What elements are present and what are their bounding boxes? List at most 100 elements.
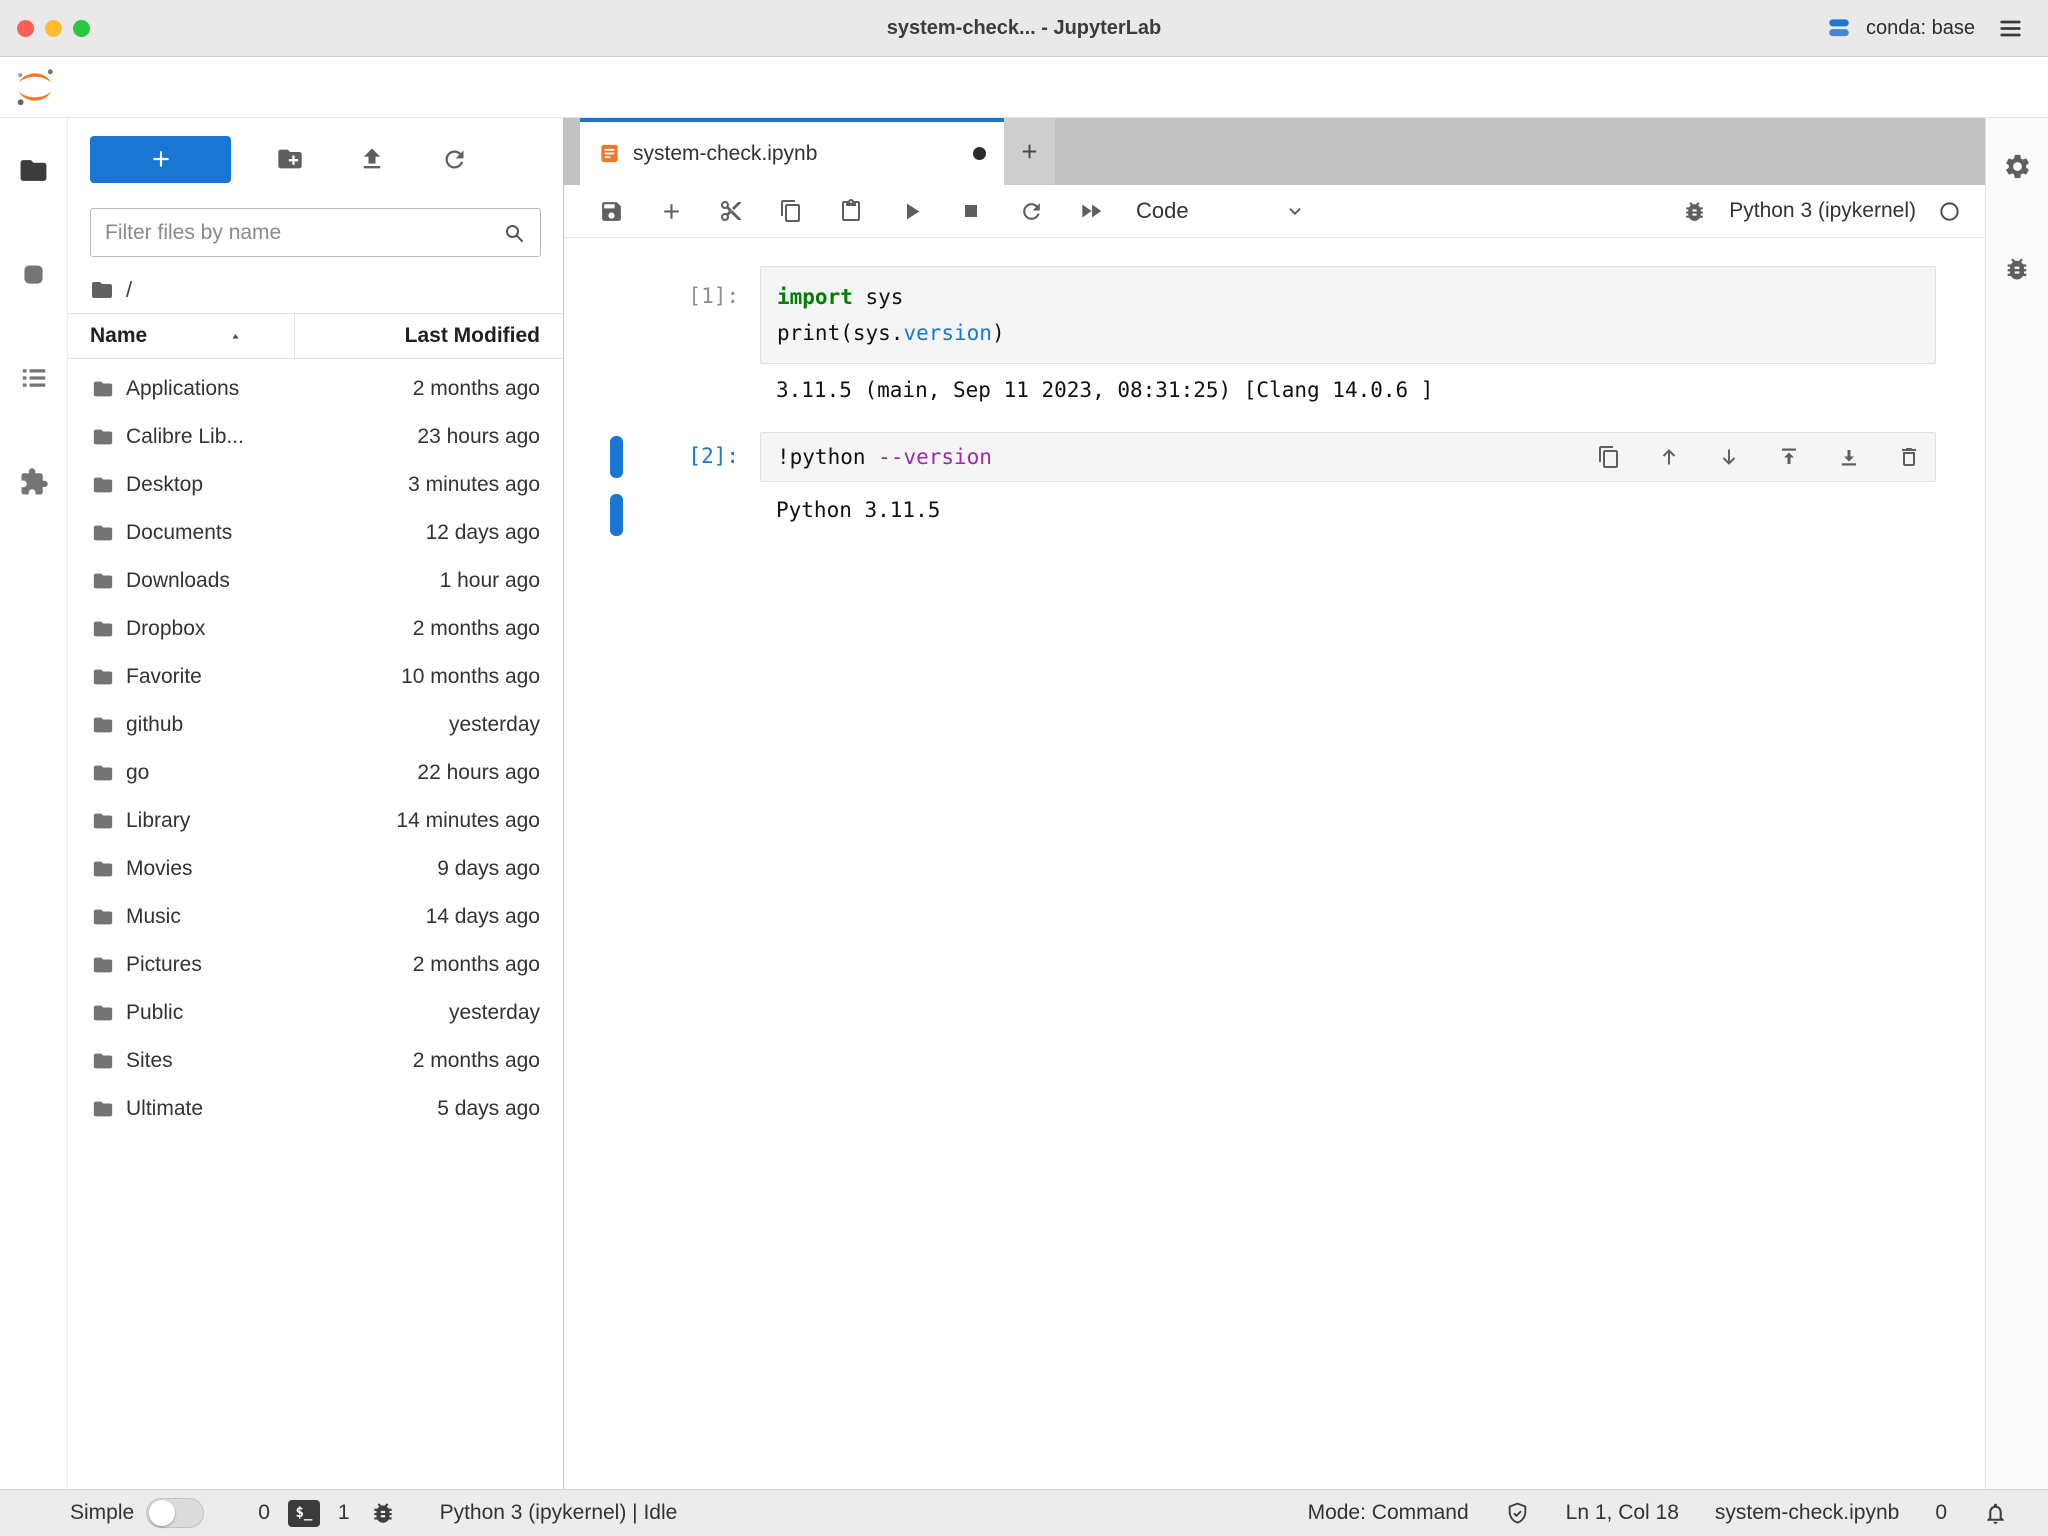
- file-row[interactable]: Favorite 10 months ago: [68, 653, 563, 701]
- file-name: Music: [126, 905, 181, 929]
- folder-icon: [92, 522, 114, 544]
- insert-cell-button[interactable]: [648, 189, 694, 233]
- file-row[interactable]: Music 14 days ago: [68, 893, 563, 941]
- cell-output: 3.11.5 (main, Sep 11 2023, 08:31:25) [Cl…: [760, 364, 1936, 414]
- terminal-icon[interactable]: $_: [288, 1500, 320, 1527]
- file-name: Pictures: [126, 953, 202, 977]
- filter-files-input[interactable]: [105, 221, 502, 245]
- file-row[interactable]: Downloads 1 hour ago: [68, 557, 563, 605]
- file-modified: 12 days ago: [426, 521, 563, 545]
- file-row[interactable]: Ultimate 5 days ago: [68, 1085, 563, 1133]
- file-modified: 2 months ago: [413, 1049, 563, 1073]
- refresh-filebrowser-button[interactable]: [431, 136, 477, 182]
- upload-files-button[interactable]: [349, 136, 395, 182]
- zoom-window-button[interactable]: [73, 20, 90, 37]
- file-name: Dropbox: [126, 617, 205, 641]
- debugger-icon[interactable]: [1682, 199, 1707, 224]
- kernel-name[interactable]: Python 3 (ipykernel): [1729, 199, 1916, 223]
- output-collapser[interactable]: [610, 494, 623, 536]
- cell-collapser[interactable]: [610, 270, 623, 312]
- trust-shield-icon[interactable]: [1505, 1501, 1530, 1526]
- kernel-count: 1: [338, 1501, 350, 1525]
- sidebar-tab-toc[interactable]: [0, 326, 68, 430]
- file-row[interactable]: github yesterday: [68, 701, 563, 749]
- file-row[interactable]: Dropbox 2 months ago: [68, 605, 563, 653]
- tab-system-check-ipynb[interactable]: system-check.ipynb: [580, 118, 1004, 185]
- kernel-status-text[interactable]: Python 3 (ipykernel) | Idle: [440, 1501, 678, 1525]
- file-row[interactable]: Calibre Lib... 23 hours ago: [68, 413, 563, 461]
- new-tab-button[interactable]: [1004, 118, 1055, 185]
- file-name: Applications: [126, 377, 239, 401]
- cell-editor[interactable]: import sys print(sys.version): [760, 266, 1936, 364]
- run-cell-button[interactable]: [888, 189, 934, 233]
- simple-mode-toggle[interactable]: [146, 1498, 204, 1528]
- column-header-modified[interactable]: Last Modified: [295, 324, 563, 348]
- window-title: system-check... - JupyterLab: [0, 17, 2048, 40]
- file-modified: 2 months ago: [413, 377, 563, 401]
- delete-cell-icon[interactable]: [1897, 445, 1921, 469]
- kernel-status-icon[interactable]: [1938, 200, 1961, 223]
- cut-cells-button[interactable]: [708, 189, 754, 233]
- file-modified: 2 months ago: [413, 617, 563, 641]
- cell-collapser[interactable]: [610, 436, 623, 478]
- file-name: Library: [126, 809, 190, 833]
- debugger-bug-icon[interactable]: [2003, 255, 2031, 283]
- property-inspector-gear-icon[interactable]: [2003, 152, 2032, 181]
- file-row[interactable]: Movies 9 days ago: [68, 845, 563, 893]
- file-name: Documents: [126, 521, 232, 545]
- menubar: [0, 57, 2048, 118]
- file-row[interactable]: Pictures 2 months ago: [68, 941, 563, 989]
- cursor-position[interactable]: Ln 1, Col 18: [1566, 1501, 1679, 1525]
- notebook-file-icon: [598, 142, 621, 165]
- file-name: Ultimate: [126, 1097, 203, 1121]
- move-cell-down-icon[interactable]: [1717, 445, 1741, 469]
- move-cell-up-icon[interactable]: [1657, 445, 1681, 469]
- tab-bar: system-check.ipynb: [564, 118, 1985, 185]
- restart-run-all-button[interactable]: [1068, 189, 1114, 233]
- file-modified: 2 months ago: [413, 953, 563, 977]
- sidebar-tab-extensions[interactable]: [0, 430, 68, 534]
- main-dock-panel: system-check.ipynb Code Python 3 (ipyker…: [564, 118, 1985, 1489]
- copy-cells-button[interactable]: [768, 189, 814, 233]
- insert-cell-below-icon[interactable]: [1837, 445, 1861, 469]
- home-folder-icon[interactable]: [90, 278, 114, 302]
- column-header-name[interactable]: Name: [68, 314, 295, 358]
- file-row[interactable]: Applications 2 months ago: [68, 365, 563, 413]
- kernel-sessions-bug-icon[interactable]: [370, 1500, 396, 1526]
- cell-type-dropdown[interactable]: Code: [1136, 198, 1306, 224]
- new-launcher-button[interactable]: [90, 136, 231, 183]
- puzzle-icon: [19, 467, 49, 497]
- paste-cells-button[interactable]: [828, 189, 874, 233]
- bell-icon[interactable]: [1983, 1501, 2008, 1526]
- save-button[interactable]: [588, 189, 634, 233]
- file-row[interactable]: Sites 2 months ago: [68, 1037, 563, 1085]
- breadcrumb-root[interactable]: /: [126, 277, 132, 303]
- close-window-button[interactable]: [17, 20, 34, 37]
- file-row[interactable]: Public yesterday: [68, 989, 563, 1037]
- cell-editor[interactable]: !python --version: [760, 432, 1936, 482]
- command-mode-indicator[interactable]: Mode: Command: [1308, 1501, 1469, 1525]
- activity-bar: [0, 118, 68, 1489]
- file-row[interactable]: go 22 hours ago: [68, 749, 563, 797]
- filter-files-box: [90, 208, 541, 257]
- insert-cell-above-icon[interactable]: [1777, 445, 1801, 469]
- tab-title: system-check.ipynb: [633, 142, 817, 166]
- interrupt-kernel-button[interactable]: [948, 189, 994, 233]
- folder-icon: [92, 762, 114, 784]
- notebook-toolbar: Code Python 3 (ipykernel): [564, 185, 1985, 238]
- file-row[interactable]: Desktop 3 minutes ago: [68, 461, 563, 509]
- duplicate-cell-icon[interactable]: [1597, 445, 1621, 469]
- new-folder-button[interactable]: [267, 136, 313, 182]
- minimize-window-button[interactable]: [45, 20, 62, 37]
- table-of-contents-icon: [19, 363, 49, 393]
- sidebar-tab-running[interactable]: [0, 222, 68, 326]
- folder-icon: [92, 426, 114, 448]
- file-row[interactable]: Library 14 minutes ago: [68, 797, 563, 845]
- restart-kernel-button[interactable]: [1008, 189, 1054, 233]
- file-modified: yesterday: [449, 1001, 563, 1025]
- file-row[interactable]: Documents 12 days ago: [68, 509, 563, 557]
- file-modified: 9 days ago: [437, 857, 563, 881]
- menu-hamburger-icon[interactable]: [1997, 15, 2024, 42]
- unsaved-changes-dot[interactable]: [973, 147, 986, 160]
- sidebar-tab-filebrowser[interactable]: [0, 118, 68, 222]
